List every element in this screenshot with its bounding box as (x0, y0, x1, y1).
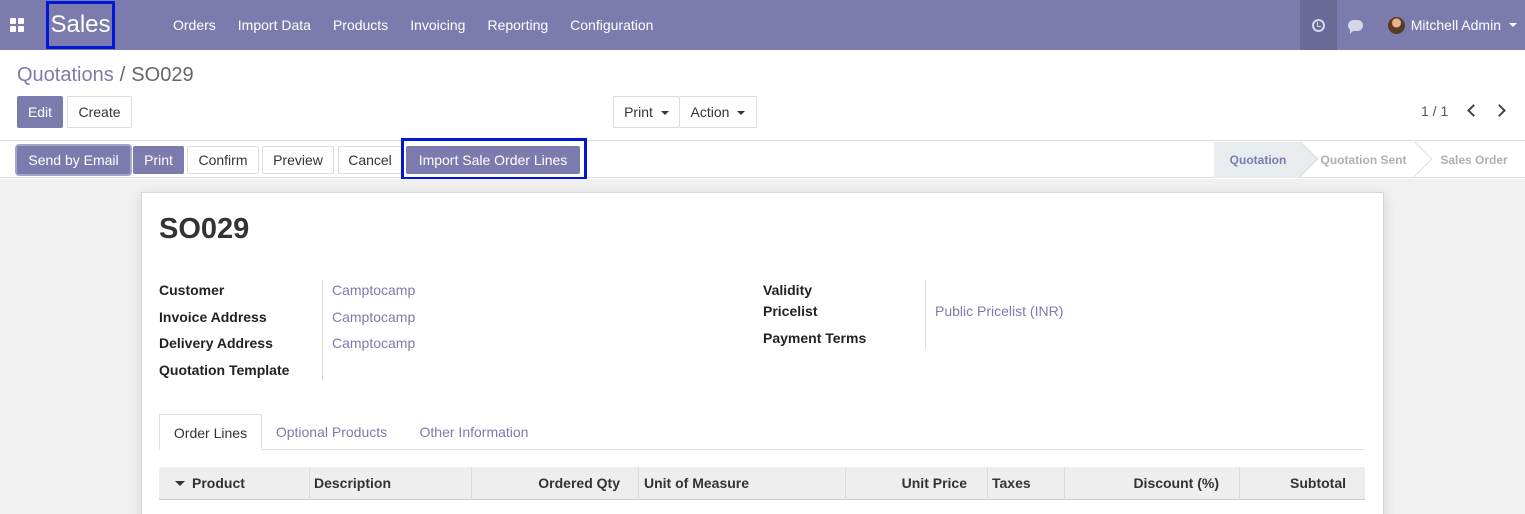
column-divider (1239, 467, 1240, 500)
caret-down-icon[interactable] (175, 481, 185, 486)
create-button[interactable]: Create (67, 96, 132, 128)
avatar (1387, 16, 1405, 34)
menu-item-reporting[interactable]: Reporting (476, 0, 559, 50)
breadcrumb-separator: / (119, 64, 126, 86)
import-button-highlight (401, 138, 587, 180)
column-description[interactable]: Description (314, 467, 391, 500)
print-dropdown-label: Print (624, 104, 653, 120)
column-divider (471, 467, 472, 500)
field-divider (322, 280, 323, 380)
action-dropdown[interactable]: Action (679, 96, 757, 128)
caret-down-icon (737, 111, 746, 116)
top-navbar: Sales Orders Import Data Products Invoic… (0, 0, 1525, 50)
column-ordered-qty[interactable]: Ordered Qty (477, 467, 620, 500)
preview-button[interactable]: Preview (262, 146, 334, 174)
statusbar: Send by Email Print Confirm Preview Canc… (0, 140, 1525, 178)
tab-order-lines[interactable]: Order Lines (159, 414, 262, 450)
menu-item-configuration[interactable]: Configuration (559, 0, 664, 50)
clock-icon (1311, 18, 1325, 32)
delivery-address-value[interactable]: Camptocamp (332, 335, 415, 351)
form-sheet (141, 192, 1384, 514)
field-divider (925, 280, 926, 349)
stage-sales-order[interactable]: Sales Order (1426, 142, 1522, 178)
customer-value[interactable]: Camptocamp (332, 282, 415, 298)
column-subtotal[interactable]: Subtotal (1244, 467, 1346, 500)
stage-quotation-sent[interactable]: Quotation Sent (1312, 142, 1415, 178)
caret-down-icon (1509, 23, 1517, 27)
column-discount[interactable]: Discount (%) (1069, 467, 1219, 500)
chevron-right-icon[interactable] (1493, 104, 1506, 117)
menu-item-invoicing[interactable]: Invoicing (399, 0, 476, 50)
chevron-left-icon[interactable] (1467, 104, 1480, 117)
breadcrumb-quotations[interactable]: Quotations (17, 64, 114, 87)
column-unit-of-measure[interactable]: Unit of Measure (644, 467, 749, 500)
pricelist-label: Pricelist (763, 303, 818, 319)
edit-button[interactable]: Edit (17, 96, 63, 128)
column-divider (638, 467, 639, 500)
confirm-button[interactable]: Confirm (187, 146, 259, 174)
form-tabs: Order Lines Optional Products Other Info… (159, 414, 1365, 450)
payment-terms-label: Payment Terms (763, 330, 867, 346)
validity-label: Validity (763, 282, 813, 298)
navbar-systray: Mitchell Admin (1299, 0, 1525, 50)
delivery-address-label: Delivery Address (159, 335, 273, 351)
user-name: Mitchell Admin (1410, 17, 1501, 33)
print-dropdown[interactable]: Print (613, 96, 680, 128)
column-divider (987, 467, 988, 500)
menu-item-import-data[interactable]: Import Data (227, 0, 322, 50)
invoice-address-label: Invoice Address (159, 309, 267, 325)
breadcrumb-current: SO029 (131, 64, 194, 86)
column-unit-price[interactable]: Unit Price (849, 467, 967, 500)
send-by-email-button[interactable]: Send by Email (17, 146, 130, 174)
menu-item-orders[interactable]: Orders (162, 0, 227, 50)
cancel-button[interactable]: Cancel (338, 146, 402, 174)
chat-icon (1347, 19, 1363, 34)
pager-value[interactable]: 1 / 1 (1421, 103, 1448, 119)
menu-item-products[interactable]: Products (322, 0, 399, 50)
column-taxes[interactable]: Taxes (992, 467, 1031, 500)
quotation-template-label: Quotation Template (159, 362, 290, 378)
user-menu[interactable]: Mitchell Admin (1374, 0, 1525, 50)
print-button[interactable]: Print (133, 146, 184, 174)
column-divider (1064, 467, 1065, 500)
tab-other-information[interactable]: Other Information (407, 414, 541, 450)
breadcrumb: Quotations / SO029 (17, 64, 194, 87)
column-divider (309, 467, 310, 500)
tab-optional-products[interactable]: Optional Products (266, 414, 397, 450)
activities-button[interactable] (1299, 0, 1337, 50)
column-product[interactable]: Product (192, 467, 245, 500)
caret-down-icon (660, 111, 669, 116)
stage-quotation[interactable]: Quotation (1214, 142, 1302, 178)
customer-label: Customer (159, 282, 225, 298)
order-lines-table-header: Product Description Ordered Qty Unit of … (159, 467, 1365, 500)
messages-button[interactable] (1337, 0, 1374, 50)
app-brand[interactable]: Sales (46, 1, 115, 49)
action-dropdown-label: Action (690, 104, 730, 120)
apps-menu-icon[interactable] (10, 18, 24, 32)
order-title: SO029 (159, 213, 250, 245)
main-menu: Orders Import Data Products Invoicing Re… (162, 0, 664, 50)
pricelist-value[interactable]: Public Pricelist (INR) (935, 303, 1063, 319)
invoice-address-value[interactable]: Camptocamp (332, 309, 415, 325)
column-divider (845, 467, 846, 500)
